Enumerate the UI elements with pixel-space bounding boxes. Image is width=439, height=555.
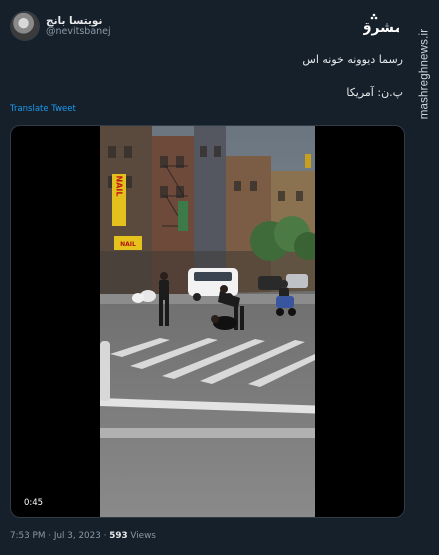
tweet-time[interactable]: 7:53 PM [10, 531, 45, 541]
tweet-text-line: پ.ن: آمریکا [346, 86, 403, 100]
tweet-date[interactable]: Jul 3, 2023 [54, 531, 101, 541]
tweet-text: رسما دیوونه خونه اس پ.ن: آمریکا [63, 52, 403, 119]
mashregh-logo-text: مشرق [363, 20, 399, 36]
tweet-card: نویتسا بانج @nevitsbanej مشرق mashreghne… [0, 0, 439, 555]
mashregh-logo: مشرق [363, 13, 399, 36]
tweet-header: نویتسا بانج @nevitsbanej [10, 10, 111, 42]
views-count: 593 [109, 531, 128, 541]
watermark-url-text: mashreghnews.ir [418, 28, 431, 120]
author-names: نویتسا بانج @nevitsbanej [46, 15, 111, 38]
tweet-text-line: رسما دیوونه خونه اس [302, 53, 403, 66]
nail-sign-text: NAIL [115, 176, 124, 197]
avatar[interactable] [10, 11, 40, 41]
views-label: Views [127, 531, 156, 541]
video-frame[interactable]: NAIL NAIL [100, 126, 315, 518]
author-display-name[interactable]: نویتسا بانج [46, 15, 111, 27]
tweet-meta: 7:53 PM · Jul 3, 2023 · 593 Views [10, 531, 156, 541]
author-handle[interactable]: @nevitsbanej [46, 26, 111, 38]
video-duration: 0:45 [21, 497, 47, 509]
nail-sign-small-text: NAIL [120, 241, 136, 248]
video-player[interactable]: NAIL NAIL 0:45 [10, 125, 405, 518]
watermark-url: mashreghnews.ir [411, 24, 437, 124]
translate-tweet-link[interactable]: Translate Tweet [10, 104, 76, 114]
meta-separator: · [100, 531, 110, 541]
meta-separator: · [45, 531, 54, 541]
